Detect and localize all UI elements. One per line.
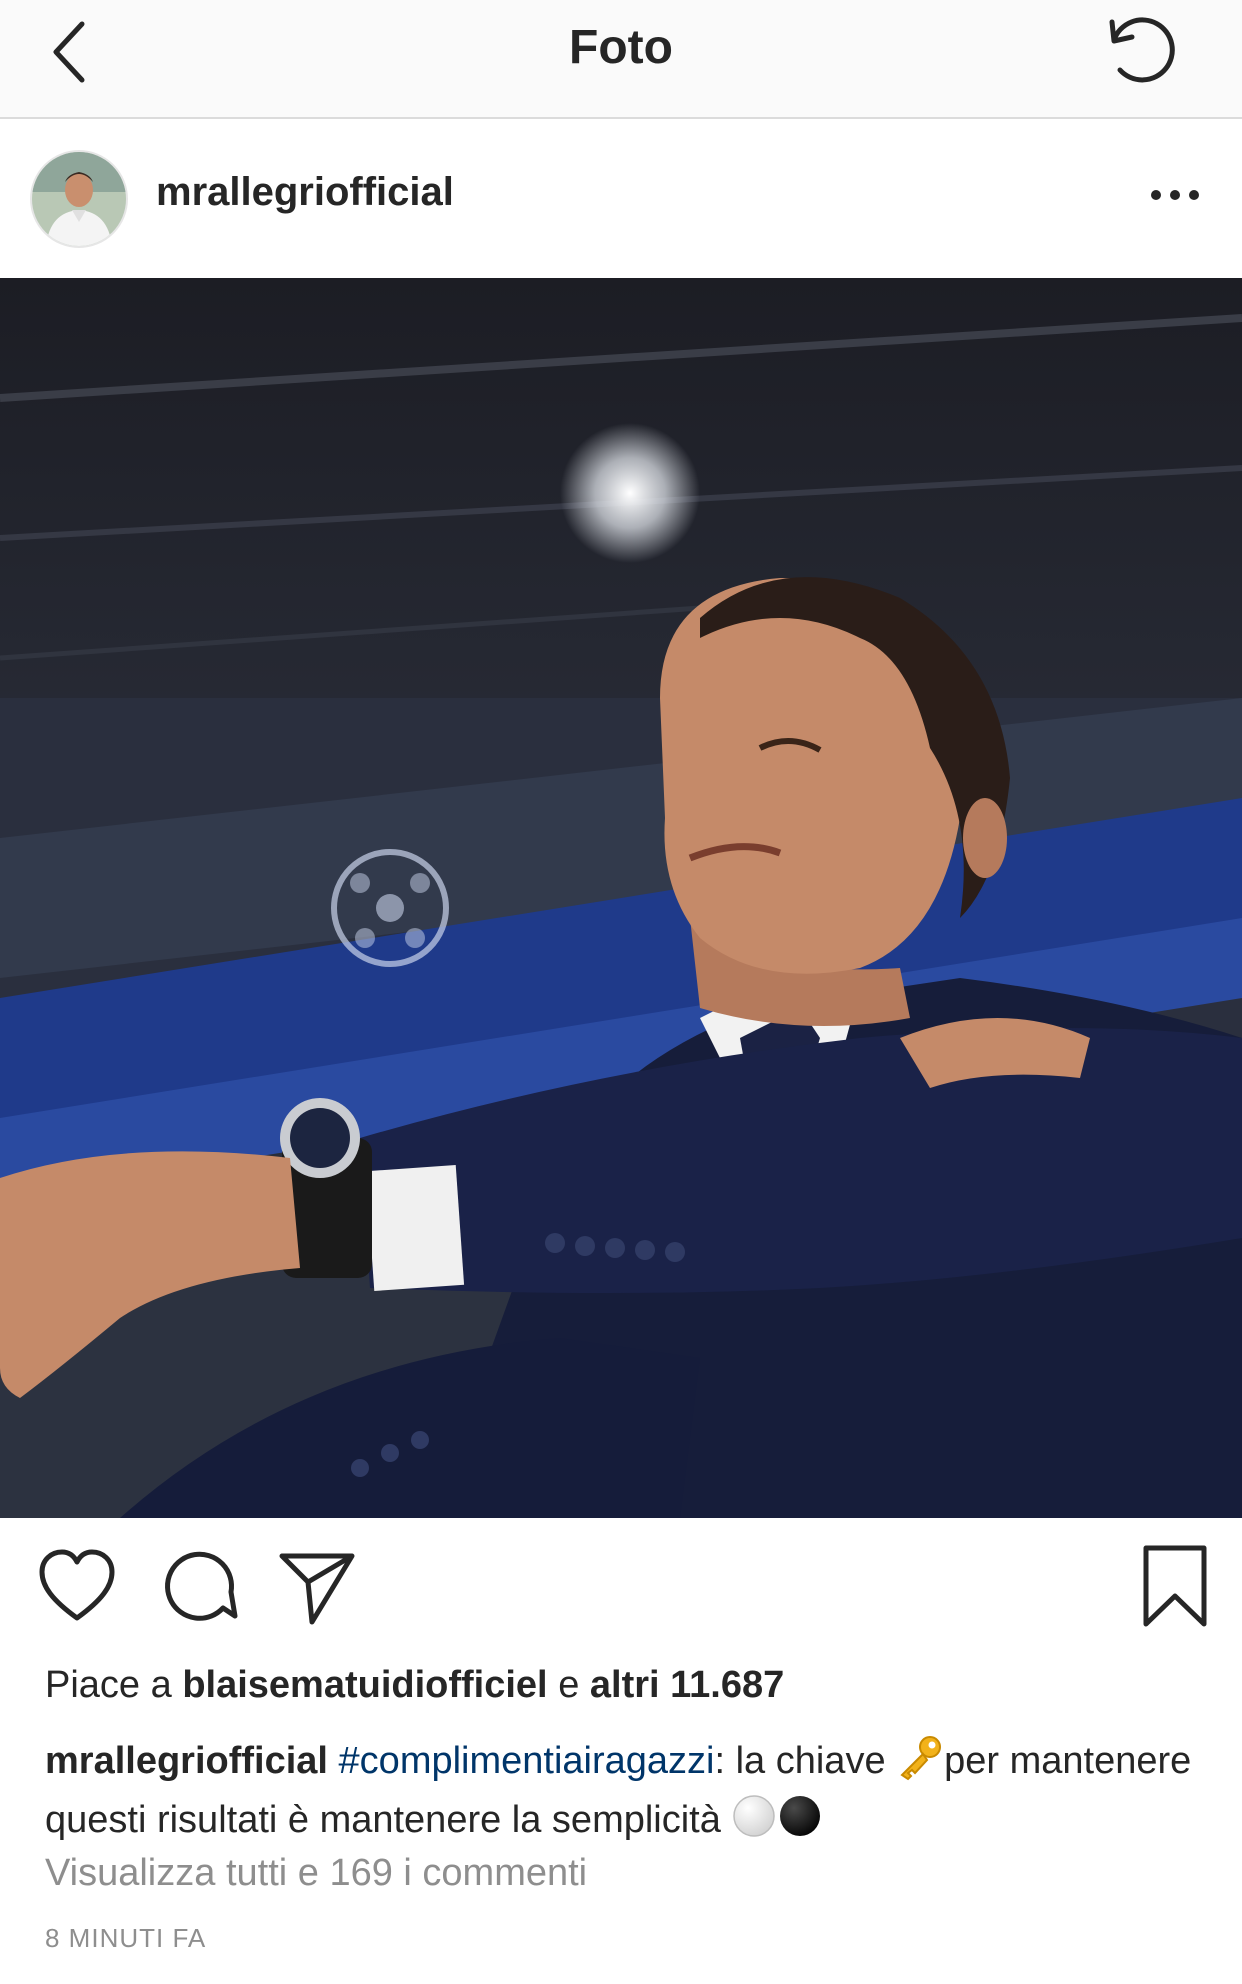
send-icon	[279, 1553, 355, 1625]
liker-username[interactable]: blaisematuidiofficiel	[182, 1664, 547, 1706]
key-emoji-icon	[896, 1733, 944, 1793]
caption-username[interactable]: mrallegriofficial	[45, 1740, 328, 1782]
avatar-image	[32, 152, 126, 246]
view-all-comments-link[interactable]: Visualizza tutti e 169 i commenti	[45, 1852, 587, 1895]
photo-illustration	[0, 278, 1242, 1518]
share-button[interactable]	[272, 1540, 362, 1630]
heart-icon	[39, 1549, 115, 1621]
post-header: mrallegriofficial	[0, 120, 1242, 278]
likes-connector: e	[558, 1664, 580, 1706]
refresh-icon	[1109, 17, 1175, 83]
page-title: Foto	[569, 21, 673, 74]
more-dots-icon	[1151, 190, 1199, 200]
post-photo[interactable]	[0, 278, 1242, 1518]
refresh-button[interactable]	[1100, 10, 1180, 90]
avatar[interactable]	[30, 150, 128, 248]
black-circle-emoji-icon	[777, 1793, 823, 1851]
comment-button[interactable]	[153, 1540, 243, 1630]
like-button[interactable]	[32, 1540, 122, 1630]
post-timestamp: 8 MINUTI FA	[45, 1923, 207, 1953]
post-username[interactable]: mrallegriofficial	[156, 170, 454, 215]
likes-count-link[interactable]: altri 11.687	[590, 1664, 784, 1706]
likes-prefix: Piace a	[45, 1664, 172, 1706]
post-caption: mrallegriofficial #complimentiairagazzi:…	[45, 1733, 1215, 1851]
bookmark-icon	[1143, 1545, 1207, 1627]
white-circle-emoji-icon	[731, 1793, 777, 1851]
comment-icon	[165, 1551, 238, 1621]
caption-hashtag[interactable]: #complimentiairagazzi	[339, 1740, 715, 1782]
save-button[interactable]	[1130, 1540, 1220, 1630]
top-nav-bar: Foto	[0, 0, 1242, 119]
post-action-bar	[0, 1540, 1242, 1640]
more-options-button[interactable]	[1150, 180, 1200, 210]
caption-text-part1: : la chiave	[714, 1740, 886, 1783]
likes-summary: Piace a blaisematuidiofficiel e altri 11…	[45, 1664, 784, 1707]
